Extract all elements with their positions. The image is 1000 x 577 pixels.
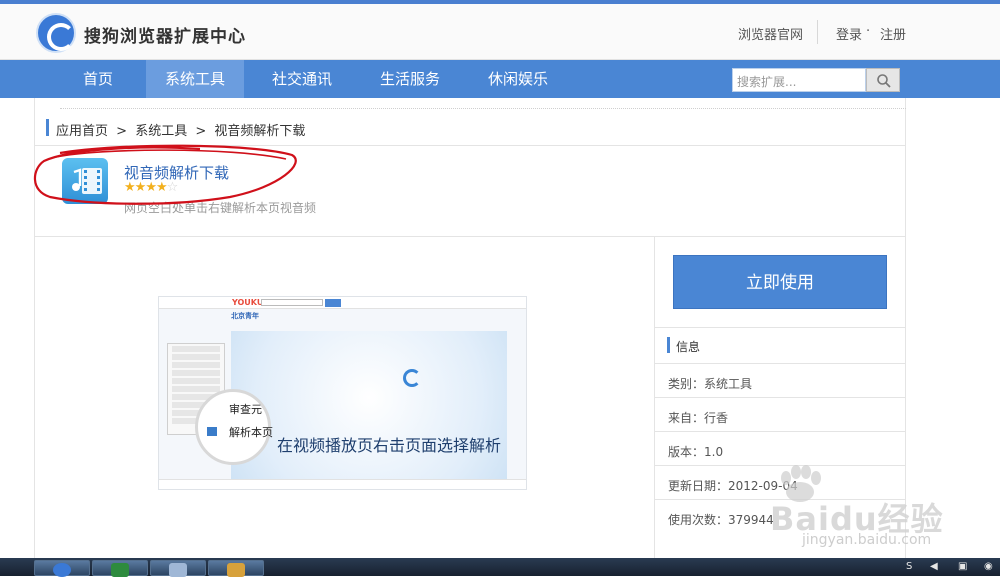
nav-system-tools[interactable]: 系统工具 <box>146 60 244 98</box>
preview-menu-item-parse: 解析本页 <box>229 426 273 439</box>
breadcrumb-separator: > <box>116 124 128 139</box>
search-icon <box>877 74 891 88</box>
document-icon <box>169 563 187 577</box>
header-dot: · <box>866 24 871 39</box>
register-link[interactable]: 注册 <box>880 24 906 43</box>
search-input[interactable]: 搜索扩展... <box>732 68 866 92</box>
info-source-text: 来自：行香 <box>668 411 729 425</box>
main-nav: 首页 系统工具 社交通讯 生活服务 休闲娱乐 搜索扩展... <box>0 60 1000 98</box>
breadcrumb-home[interactable]: 应用首页 <box>56 124 108 139</box>
preview-caption: 在视频播放页右击页面选择解析 <box>277 436 502 455</box>
site-header: 搜狗浏览器扩展中心 浏览器官网 登录 · 注册 <box>0 4 1000 60</box>
breadcrumb-current: 视音频解析下载 <box>214 124 306 139</box>
speaker-icon[interactable]: ◀ <box>930 561 938 572</box>
taskbar-sogou[interactable] <box>34 560 90 577</box>
preview-video-area <box>231 331 507 479</box>
preview-search <box>261 299 323 306</box>
sogou-browser-icon <box>53 563 71 577</box>
preview-menu-item-inspect: 审查元 <box>229 403 262 416</box>
nav-home[interactable]: 首页 <box>50 60 146 98</box>
sogou-logo-icon[interactable] <box>36 13 76 53</box>
preview-logo: YOUKU <box>232 298 264 307</box>
excel-icon <box>111 563 129 577</box>
search-button[interactable] <box>866 68 900 92</box>
nav-social[interactable]: 社交通讯 <box>258 60 346 98</box>
breadcrumb-separator: > <box>195 124 207 139</box>
preview-clapper-icon <box>207 427 217 436</box>
login-link[interactable]: 登录 <box>836 24 862 43</box>
info-marker <box>667 337 670 353</box>
info-divider <box>654 327 906 328</box>
breadcrumb-category[interactable]: 系统工具 <box>135 124 187 139</box>
info-category: 类别：系统工具 <box>654 363 906 397</box>
nav-life-services[interactable]: 生活服务 <box>366 60 454 98</box>
site-title[interactable]: 搜狗浏览器扩展中心 <box>84 22 246 47</box>
screenshot-preview: YOUKU 北京青年 审查元 解析本页 在视频播放页右击页面选择解析 <box>158 296 527 490</box>
dotted-divider <box>60 108 906 109</box>
network-icon[interactable]: ▣ <box>958 561 967 572</box>
preview-search-button <box>325 299 341 307</box>
official-site-link[interactable]: 浏览器官网 <box>738 24 803 43</box>
preview-topbar <box>159 297 526 309</box>
info-category-text: 类别：系统工具 <box>668 377 753 391</box>
loading-spinner-icon <box>403 369 421 387</box>
info-version: 版本：1.0 <box>654 431 906 465</box>
paint-icon <box>227 563 245 577</box>
use-now-button[interactable]: 立即使用 <box>673 255 887 309</box>
watermark-url: jingyan.baidu.com <box>802 532 932 548</box>
taskbar-paint[interactable] <box>208 560 264 577</box>
volume-icon[interactable]: ◉ <box>984 561 993 572</box>
info-version-text: 版本：1.0 <box>668 445 724 459</box>
info-title: 信息 <box>676 340 701 354</box>
os-taskbar: S ◀ ▣ ◉ <box>0 558 1000 577</box>
nav-entertainment[interactable]: 休闲娱乐 <box>474 60 562 98</box>
preview-video-title: 北京青年 <box>231 312 259 320</box>
breadcrumb: 应用首页 > 系统工具 > 视音频解析下载 <box>56 120 309 139</box>
info-source: 来自：行香 <box>654 397 906 431</box>
ime-icon[interactable]: S <box>906 561 912 572</box>
taskbar-app3[interactable] <box>150 560 206 577</box>
breadcrumb-marker <box>46 119 49 136</box>
preview-bottombar <box>159 479 526 489</box>
taskbar-excel[interactable] <box>92 560 148 577</box>
header-divider <box>817 20 818 44</box>
info-usage-text: 使用次数：379944 <box>668 513 774 527</box>
red-annotation-oval <box>33 144 297 205</box>
